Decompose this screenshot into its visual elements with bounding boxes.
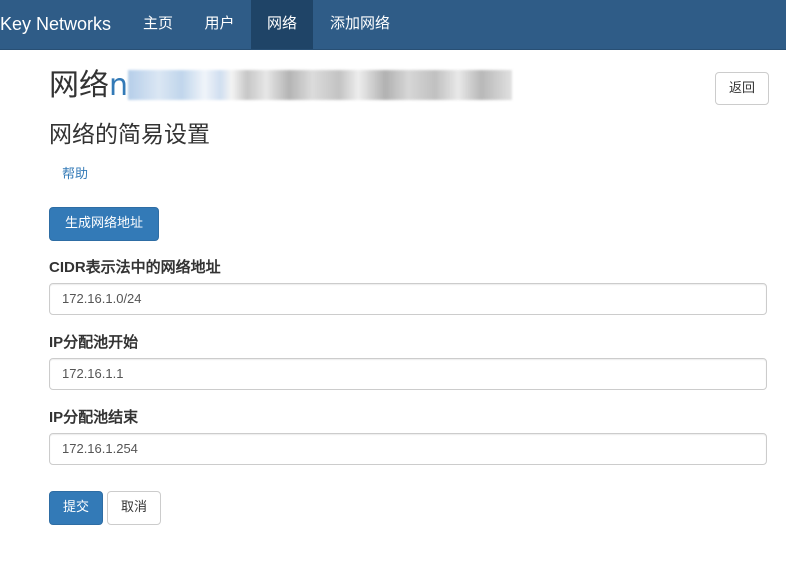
generate-network-address-button[interactable]: 生成网络地址: [49, 207, 159, 241]
nav-item-home[interactable]: 主页: [128, 0, 188, 49]
top-navbar: Key Networks 主页 用户 网络 添加网络: [0, 0, 786, 50]
page-title-network-name: n: [109, 68, 129, 103]
submit-button[interactable]: 提交: [49, 491, 103, 525]
nav-item-add-network[interactable]: 添加网络: [314, 0, 406, 49]
help-link[interactable]: 帮助: [62, 166, 88, 184]
pool-start-input[interactable]: 172.16.1.1: [49, 358, 767, 390]
pool-start-label: IP分配池开始: [49, 334, 139, 351]
back-button[interactable]: 返回: [715, 72, 769, 105]
redacted-network-id: [128, 69, 513, 100]
section-subtitle: 网络的简易设置: [49, 122, 210, 148]
nav-item-users[interactable]: 用户: [189, 0, 250, 49]
cidr-label: CIDR表示法中的网络地址: [49, 259, 221, 276]
pool-end-label: IP分配池结束: [49, 409, 139, 426]
page-title-prefix: 网络: [49, 68, 109, 103]
pool-end-input[interactable]: 172.16.1.254: [49, 433, 767, 465]
brand-logo[interactable]: Key Networks: [0, 0, 111, 49]
page-title: 网络n: [49, 66, 513, 106]
cancel-button[interactable]: 取消: [107, 491, 161, 525]
nav-item-networks[interactable]: 网络: [251, 0, 313, 49]
cidr-input[interactable]: 172.16.1.0/24: [49, 283, 767, 315]
